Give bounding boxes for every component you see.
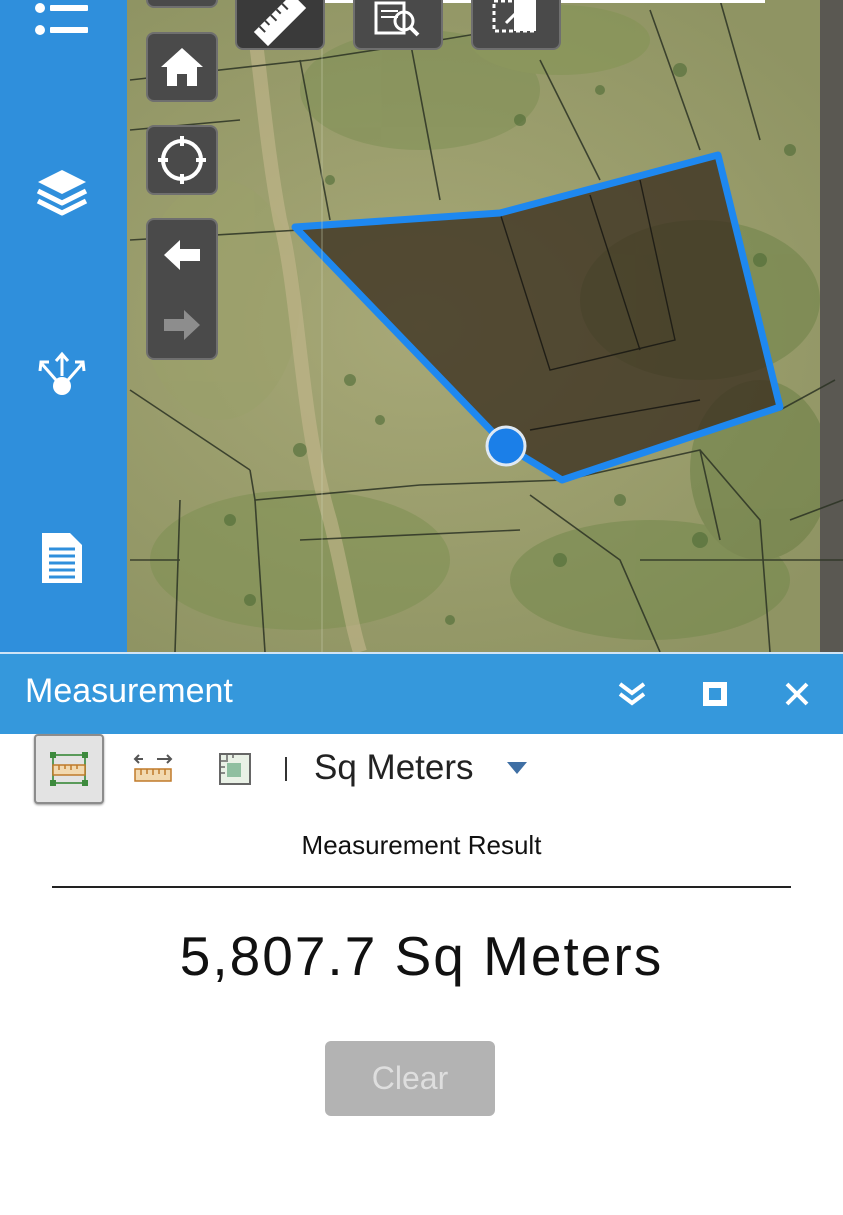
forward-arrow-button[interactable] — [148, 290, 216, 359]
maximize-button[interactable] — [697, 676, 733, 712]
home-icon — [161, 48, 203, 86]
query-icon[interactable] — [353, 0, 443, 50]
result-divider — [52, 886, 791, 888]
measurement-toolbar: Sq Meters — [0, 734, 843, 810]
back-arrow-icon — [164, 239, 200, 270]
close-button[interactable] — [779, 676, 815, 712]
clear-button[interactable]: Clear — [325, 1041, 495, 1116]
swipe-icon[interactable] — [471, 0, 561, 50]
unit-dropdown[interactable]: Sq Meters — [314, 748, 474, 788]
panel-title: Measurement — [25, 672, 233, 710]
location-grid-icon — [219, 753, 251, 785]
back-arrow-button[interactable] — [148, 220, 216, 289]
vertex-handle[interactable] — [485, 425, 527, 467]
maximize-icon — [703, 682, 727, 706]
zoom-out-button[interactable] — [146, 0, 218, 8]
extent-navigation — [146, 218, 218, 360]
result-label: Measurement Result — [301, 830, 542, 860]
share-icon[interactable] — [30, 342, 94, 406]
locate-button[interactable] — [146, 125, 218, 195]
distance-tool-button[interactable] — [118, 734, 188, 804]
layers-icon[interactable] — [30, 160, 94, 224]
collapse-icon — [618, 682, 646, 706]
panel-header: Measurement — [0, 652, 843, 734]
measure-ruler-icon[interactable] — [235, 0, 325, 50]
list-icon[interactable] — [30, 0, 94, 54]
sidebar — [0, 0, 127, 652]
document-icon[interactable] — [30, 526, 94, 590]
close-icon — [785, 682, 809, 706]
area-ruler-icon — [50, 752, 88, 786]
chevron-down-icon[interactable] — [507, 762, 527, 774]
locate-icon — [158, 136, 206, 184]
distance-ruler-icon — [133, 754, 173, 782]
home-button[interactable] — [146, 32, 218, 102]
result-value: 5,807.7 Sq Meters — [179, 925, 664, 987]
area-tool-button[interactable] — [34, 734, 104, 804]
forward-arrow-icon — [164, 309, 200, 340]
map-view[interactable] — [0, 0, 843, 652]
toolbar-separator — [285, 757, 287, 781]
collapse-button[interactable] — [614, 676, 650, 712]
location-tool-button[interactable] — [200, 734, 270, 804]
